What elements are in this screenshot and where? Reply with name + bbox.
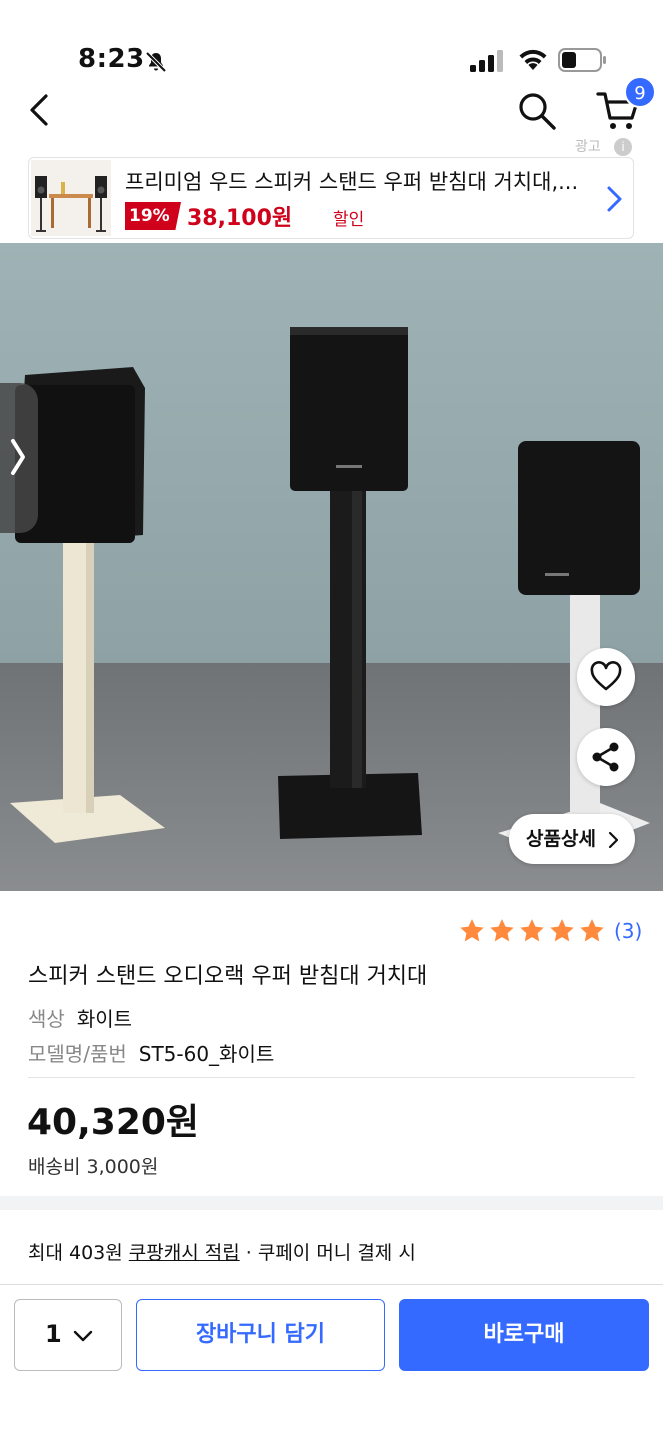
attribute-color: 색상 화이트	[28, 1003, 132, 1032]
favorite-button[interactable]	[577, 648, 635, 706]
back-arrow-icon[interactable]	[24, 90, 56, 130]
share-button[interactable]	[577, 728, 635, 786]
purchase-bar: 1 장바구니 담기 바로구매	[0, 1284, 663, 1440]
battery-icon	[558, 48, 606, 72]
cash-reward-info: 최대 403원 쿠팡캐시 적립 · 쿠페이 머니 결제 시	[28, 1238, 416, 1265]
top-nav: 9	[0, 76, 663, 138]
cellular-signal-icon	[470, 50, 503, 72]
rating-stars	[458, 917, 606, 945]
bell-muted-icon	[145, 51, 167, 73]
status-bar: 8:23	[0, 0, 663, 80]
ad-product-title: 프리미엄 우드 스피커 스탠드 우퍼 받침대 거치대,...	[125, 170, 579, 194]
chevron-right-icon	[11, 439, 25, 475]
quantity-select[interactable]: 1	[14, 1299, 122, 1371]
product-detail-button[interactable]: 상품상세	[509, 814, 635, 864]
cash-suffix: · 쿠페이 머니 결제 시	[239, 1242, 416, 1264]
buy-now-button[interactable]: 바로구매	[399, 1299, 649, 1371]
ad-product-thumbnail	[31, 160, 111, 236]
attribute-model: 모델명/품번 ST5-60_화이트	[28, 1038, 274, 1067]
product-photo	[0, 243, 663, 891]
sponsored-product-banner[interactable]: 프리미엄 우드 스피커 스탠드 우퍼 받침대 거치대,... 19% 38,10…	[28, 157, 634, 239]
attribute-model-value: ST5-60_화이트	[138, 1042, 275, 1066]
divider	[28, 1077, 635, 1078]
star-icon	[460, 919, 484, 942]
product-detail-label: 상품상세	[526, 828, 596, 850]
chevron-down-icon	[73, 1330, 93, 1342]
product-image-carousel[interactable]: 상품상세	[0, 243, 663, 891]
chevron-right-icon	[607, 186, 622, 212]
product-title: 스피커 스탠드 오디오랙 우퍼 받침대 거치대	[28, 964, 428, 989]
attribute-color-label: 색상	[28, 1007, 65, 1031]
info-icon[interactable]: i	[614, 138, 632, 156]
attribute-color-value: 화이트	[76, 1007, 133, 1031]
attribute-model-label: 모델명/품번	[28, 1042, 127, 1066]
star-icon	[550, 919, 574, 942]
cart-count-badge: 9	[624, 76, 656, 108]
cash-prefix: 최대 403원	[28, 1242, 129, 1264]
share-icon	[592, 742, 619, 772]
ad-discount-badge: 19%	[125, 202, 181, 230]
star-icon	[580, 919, 604, 942]
heart-icon	[590, 661, 622, 691]
ad-label-faded: 광고	[575, 139, 601, 155]
section-separator	[0, 1196, 663, 1210]
coupang-cash-link[interactable]: 쿠팡캐시 적립	[129, 1242, 240, 1264]
search-icon[interactable]	[516, 90, 558, 132]
status-time: 8:23	[78, 44, 145, 74]
review-count[interactable]: (3)	[614, 919, 642, 943]
product-price: 40,320원	[27, 1102, 200, 1143]
ad-price: 38,100원	[187, 206, 293, 231]
shipping-fee: 배송비 3,000원	[28, 1156, 159, 1178]
star-icon	[490, 919, 514, 942]
add-to-cart-button[interactable]: 장바구니 담기	[136, 1299, 385, 1371]
carousel-prev-tab[interactable]	[0, 383, 38, 533]
wifi-icon	[519, 49, 547, 70]
ad-sale-label: 할인	[333, 210, 365, 230]
quantity-value: 1	[45, 1320, 62, 1348]
chevron-right-icon	[608, 831, 619, 849]
product-rating[interactable]: (3)	[458, 917, 642, 945]
star-icon	[520, 919, 544, 942]
